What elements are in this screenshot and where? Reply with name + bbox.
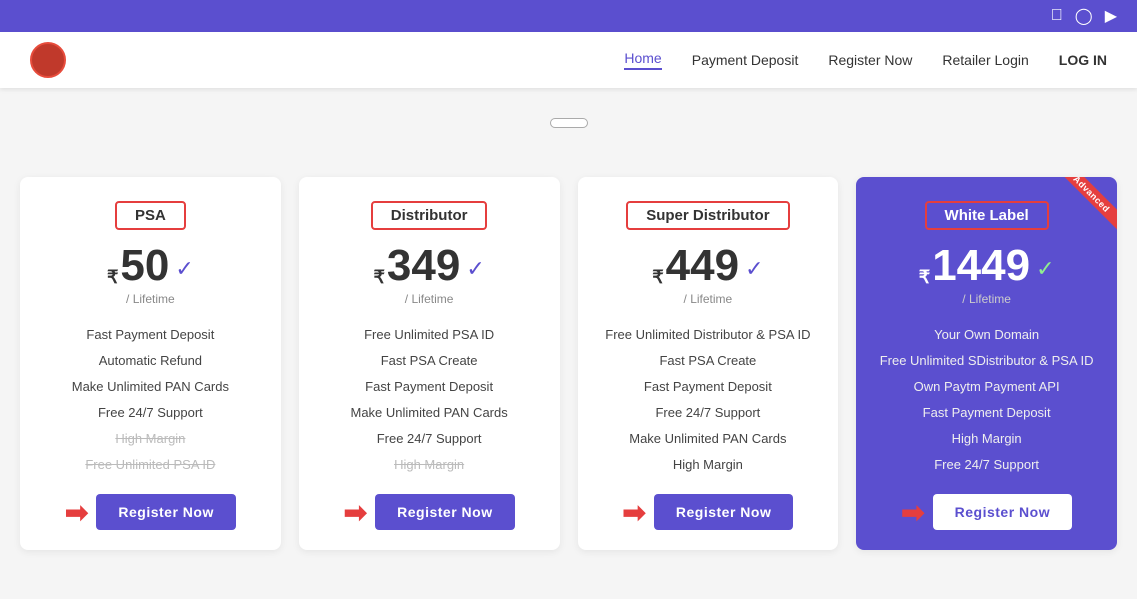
price-row: ₹ 349 ✓ bbox=[317, 244, 542, 288]
features-list: Fast Payment DepositAutomatic RefundMake… bbox=[38, 322, 263, 478]
lifetime-label: / Lifetime bbox=[38, 292, 263, 306]
register-row: ➡ Register Now bbox=[874, 494, 1099, 530]
check-icon: ✓ bbox=[1036, 256, 1054, 282]
pricing-badge bbox=[550, 118, 588, 128]
feature-item: Free Unlimited PSA ID bbox=[317, 322, 542, 348]
plan-title: Distributor bbox=[371, 201, 488, 230]
register-row: ➡ Register Now bbox=[317, 494, 542, 530]
features-list: Your Own DomainFree Unlimited SDistribut… bbox=[874, 322, 1099, 478]
arrow-icon: ➡ bbox=[65, 496, 88, 529]
rupee-symbol: ₹ bbox=[652, 267, 663, 288]
register-button[interactable]: Register Now bbox=[654, 494, 793, 530]
plan-card-distributor: Distributor ₹ 349 ✓ / Lifetime Free Unli… bbox=[299, 177, 560, 550]
instagram-icon[interactable]: ◯ bbox=[1075, 6, 1093, 26]
arrow-icon: ➡ bbox=[622, 496, 645, 529]
youtube-icon[interactable]: ▶ bbox=[1105, 6, 1117, 26]
feature-item: Free Unlimited PSA ID bbox=[38, 452, 263, 478]
feature-item: Own Paytm Payment API bbox=[874, 374, 1099, 400]
logo-circle bbox=[30, 42, 66, 78]
check-icon: ✓ bbox=[745, 256, 763, 282]
advanced-label: Advanced bbox=[1057, 177, 1117, 230]
price-row: ₹ 1449 ✓ bbox=[874, 244, 1099, 288]
header: Home Payment Deposit Register Now Retail… bbox=[0, 32, 1137, 88]
register-row: ➡ Register Now bbox=[38, 494, 263, 530]
register-row: ➡ Register Now bbox=[596, 494, 821, 530]
feature-item: High Margin bbox=[596, 452, 821, 478]
feature-item: Free 24/7 Support bbox=[38, 400, 263, 426]
feature-item: High Margin bbox=[317, 452, 542, 478]
cards-grid: PSA ₹ 50 ✓ / Lifetime Fast Payment Depos… bbox=[20, 177, 1117, 550]
price-amount: 1449 bbox=[932, 244, 1030, 288]
feature-item: Fast Payment Deposit bbox=[38, 322, 263, 348]
rupee-symbol: ₹ bbox=[107, 267, 118, 288]
rupee-symbol: ₹ bbox=[373, 267, 384, 288]
nav-register-now[interactable]: Register Now bbox=[828, 52, 912, 68]
nav: Home Payment Deposit Register Now Retail… bbox=[624, 50, 1107, 70]
nav-retailer-login[interactable]: Retailer Login bbox=[942, 52, 1028, 68]
feature-item: Fast Payment Deposit bbox=[874, 400, 1099, 426]
feature-item: Your Own Domain bbox=[874, 322, 1099, 348]
plan-title: White Label bbox=[925, 201, 1049, 230]
features-list: Free Unlimited PSA IDFast PSA CreateFast… bbox=[317, 322, 542, 478]
nav-login[interactable]: LOG IN bbox=[1059, 52, 1107, 68]
topbar:  ◯ ▶ bbox=[0, 0, 1137, 32]
price-amount: 349 bbox=[387, 244, 460, 288]
arrow-icon: ➡ bbox=[344, 496, 367, 529]
feature-item: Free Unlimited SDistributor & PSA ID bbox=[874, 348, 1099, 374]
arrow-icon: ➡ bbox=[901, 496, 924, 529]
price-amount: 449 bbox=[666, 244, 739, 288]
feature-item: Free 24/7 Support bbox=[317, 426, 542, 452]
feature-item: Automatic Refund bbox=[38, 348, 263, 374]
lifetime-label: / Lifetime bbox=[596, 292, 821, 306]
feature-item: Fast PSA Create bbox=[317, 348, 542, 374]
nav-payment-deposit[interactable]: Payment Deposit bbox=[692, 52, 799, 68]
check-icon: ✓ bbox=[466, 256, 484, 282]
register-button[interactable]: Register Now bbox=[375, 494, 514, 530]
feature-item: Fast PSA Create bbox=[596, 348, 821, 374]
feature-item: Fast Payment Deposit bbox=[317, 374, 542, 400]
features-list: Free Unlimited Distributor & PSA IDFast … bbox=[596, 322, 821, 478]
plan-title: Super Distributor bbox=[626, 201, 789, 230]
lifetime-label: / Lifetime bbox=[874, 292, 1099, 306]
check-icon: ✓ bbox=[175, 256, 193, 282]
facebook-icon[interactable]:  bbox=[1051, 7, 1063, 25]
plan-card-white-label: Advanced White Label ₹ 1449 ✓ / Lifetime… bbox=[856, 177, 1117, 550]
feature-item: Free 24/7 Support bbox=[596, 400, 821, 426]
topbar-social:  ◯ ▶ bbox=[1051, 6, 1117, 26]
main-content: PSA ₹ 50 ✓ / Lifetime Fast Payment Depos… bbox=[0, 88, 1137, 590]
feature-item: Free 24/7 Support bbox=[874, 452, 1099, 478]
feature-item: Make Unlimited PAN Cards bbox=[317, 400, 542, 426]
feature-item: Make Unlimited PAN Cards bbox=[596, 426, 821, 452]
plan-card-super-distributor: Super Distributor ₹ 449 ✓ / Lifetime Fre… bbox=[578, 177, 839, 550]
price-row: ₹ 50 ✓ bbox=[38, 244, 263, 288]
rupee-symbol: ₹ bbox=[919, 267, 930, 288]
advanced-corner: Advanced bbox=[1057, 177, 1117, 237]
register-button[interactable]: Register Now bbox=[933, 494, 1072, 530]
lifetime-label: / Lifetime bbox=[317, 292, 542, 306]
nav-home[interactable]: Home bbox=[624, 50, 661, 70]
plan-title: PSA bbox=[115, 201, 186, 230]
plan-card-psa: PSA ₹ 50 ✓ / Lifetime Fast Payment Depos… bbox=[20, 177, 281, 550]
price-amount: 50 bbox=[120, 244, 169, 288]
register-button[interactable]: Register Now bbox=[96, 494, 235, 530]
price-row: ₹ 449 ✓ bbox=[596, 244, 821, 288]
feature-item: Fast Payment Deposit bbox=[596, 374, 821, 400]
logo-area bbox=[30, 42, 74, 78]
feature-item: High Margin bbox=[38, 426, 263, 452]
feature-item: High Margin bbox=[874, 426, 1099, 452]
feature-item: Free Unlimited Distributor & PSA ID bbox=[596, 322, 821, 348]
feature-item: Make Unlimited PAN Cards bbox=[38, 374, 263, 400]
